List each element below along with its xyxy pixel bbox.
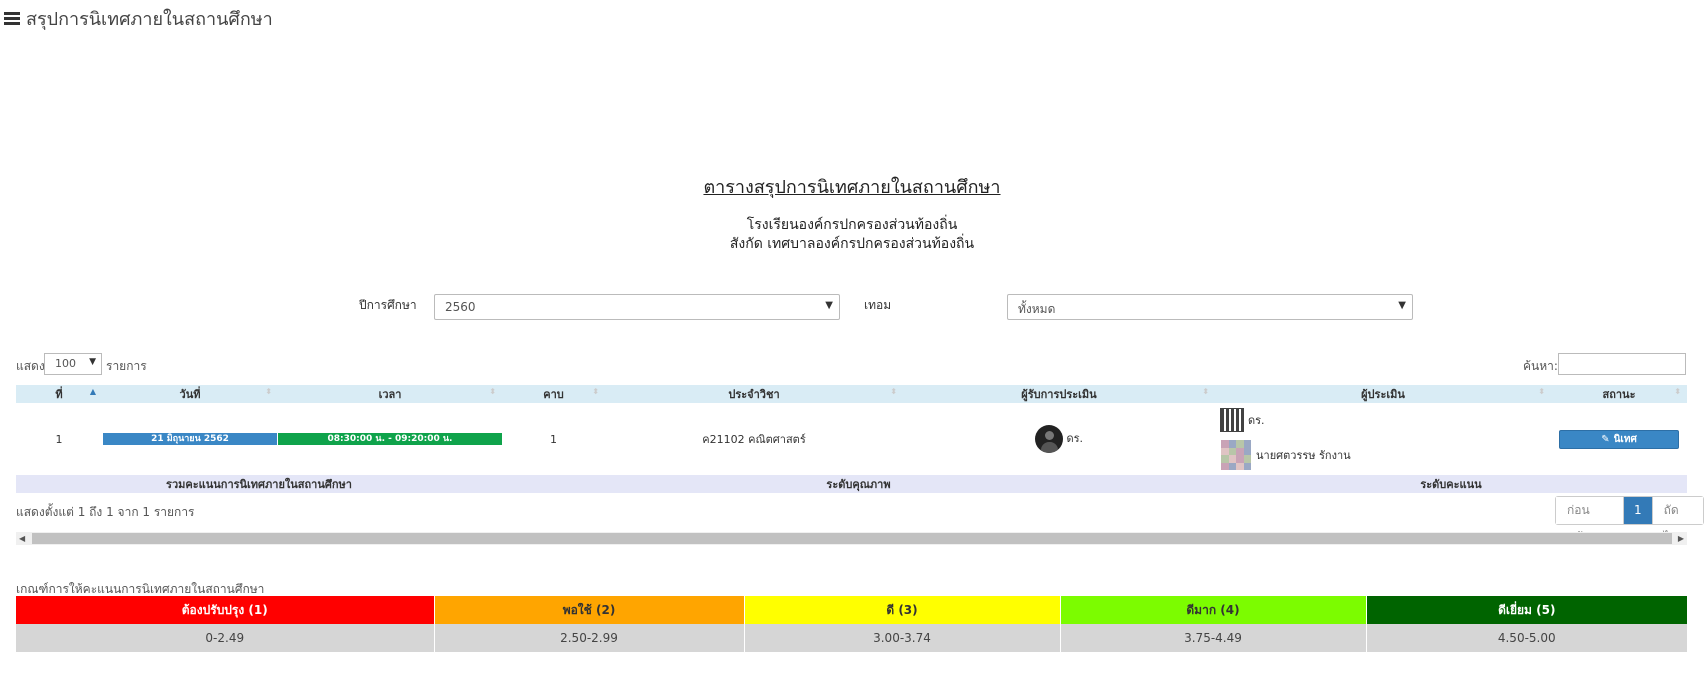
column-header-label: ผู้รับการประเมิน [1021,388,1097,401]
scroll-left-icon[interactable]: ◀ [19,532,25,545]
supervise-button[interactable]: ✎ นิเทศ [1559,429,1679,449]
page-title: สรุปการนิเทศภายในสถานศึกษา [26,9,273,30]
criteria-table: ต้องปรับปรุง (1) พอใช้ (2) ดี (3) ดีมาก … [16,596,1687,652]
page-length-value: 100 [55,357,76,370]
date-cell: 21 มิถุนายน 2562 [102,403,278,475]
column-header-evaluator[interactable]: ผู้ประเมิน ⬍ [1215,385,1551,403]
evaluator-name: นายศตวรรษ รักงาน [1256,449,1351,462]
subject-cell: ค21102 คณิตศาสตร์ [702,433,806,446]
quality-level-label: ระดับคุณภาพ [502,475,1215,493]
evaluator-item: ดร. [1220,408,1265,432]
column-header-label: ที่ [55,388,63,401]
column-header-label: สถานะ [1602,388,1636,401]
page-header: สรุปการนิเทศภายในสถานศึกษา [4,4,273,33]
list-icon [4,11,20,26]
qr-code-icon [1220,408,1244,432]
summary-row: รวมคะแนนการนิเทศภายในสถานศึกษา ระดับคุณภ… [16,475,1687,493]
column-header-no[interactable]: ที่ ▲ [16,385,102,403]
page-1-button[interactable]: 1 [1622,497,1652,524]
page-length-select[interactable]: 100 ▼ [44,353,102,375]
criteria-range: 0-2.49 [16,624,434,652]
evaluator-cell: ดร. นายศตวรรษ รักงาน [1215,403,1551,475]
evaluatee-cell: ดร. [903,403,1215,475]
sort-icon: ⬍ [890,387,897,396]
evaluator-item: นายศตวรรษ รักงาน [1221,440,1351,470]
score-level-label: ระดับคะแนน [1215,475,1687,493]
criteria-level-fair: พอใช้ (2) [433,596,744,624]
supervision-table: ที่ ▲ วันที่ ⬍ เวลา ⬍ คาบ ⬍ ประจำวิชา ⬍ ผู้รั… [16,385,1687,493]
criteria-level-excellent: ดีเยี่ยม (5) [1365,596,1687,624]
status-cell: ✎ นิเทศ [1551,403,1687,475]
column-header-status[interactable]: สถานะ ⬍ [1551,385,1687,403]
academic-year-select[interactable]: 2560 ▼ [434,294,840,320]
time-cell: 08:30:00 น. - 09:20:00 น. [278,403,502,475]
column-header-time[interactable]: เวลา ⬍ [278,385,502,403]
column-header-label: เวลา [378,388,402,401]
evaluatee-name: ดร. [1066,432,1084,445]
horizontal-scrollbar[interactable]: ◀ ▶ [16,532,1687,545]
term-label: เทอม [864,298,892,312]
sort-icon: ⬍ [592,387,599,396]
scroll-right-icon[interactable]: ▶ [1678,532,1684,545]
column-header-label: ผู้ประเมิน [1361,388,1405,401]
row-number: 1 [55,432,63,446]
sort-icon: ⬍ [1202,387,1209,396]
time-badge: 08:30:00 น. - 09:20:00 น. [278,433,502,445]
sort-icon: ⬍ [1674,387,1681,396]
criteria-header-row: ต้องปรับปรุง (1) พอใช้ (2) ดี (3) ดีมาก … [16,596,1687,624]
column-header-label: ประจำวิชา [728,388,780,401]
term-value: ทั้งหมด [1018,302,1056,316]
table-header-row: ที่ ▲ วันที่ ⬍ เวลา ⬍ คาบ ⬍ ประจำวิชา ⬍ ผู้รั… [16,385,1687,403]
chevron-down-icon: ▼ [89,357,96,367]
date-badge: 21 มิถุนายน 2562 [103,433,277,445]
next-page-button[interactable]: ถัดไป [1651,497,1703,544]
evaluator-name: ดร. [1248,414,1265,427]
evaluator-list: ดร. นายศตวรรษ รักงาน [1215,403,1551,475]
criteria-range-row: 0-2.49 2.50-2.99 3.00-3.74 3.75-4.49 4.5… [16,624,1687,652]
period-cell: 1 [550,432,557,446]
criteria-range: 3.75-4.49 [1059,624,1366,652]
criteria-range: 4.50-5.00 [1365,624,1687,652]
column-header-date[interactable]: วันที่ ⬍ [102,385,278,403]
school-affiliation: สังกัด เทศบาลองค์กรปกครองส่วนท้องถิ่น [729,236,975,252]
column-header-period[interactable]: คาบ ⬍ [502,385,605,403]
criteria-range: 3.00-3.74 [743,624,1060,652]
pagination: ก่อนหน้า 1 ถัดไป [1555,496,1704,544]
items-label: รายการ [106,359,147,373]
avatar [1034,425,1063,453]
chevron-down-icon: ▼ [1398,300,1406,311]
prev-page-button[interactable]: ก่อนหน้า [1556,497,1623,544]
criteria-level-very-good: ดีมาก (4) [1059,596,1366,624]
search-label: ค้นหา: [1523,359,1558,373]
scrollbar-thumb[interactable] [32,533,1672,544]
column-header-label: คาบ [543,388,564,401]
academic-year-value: 2560 [445,300,476,314]
show-label: แสดง [16,359,45,373]
report-title: ตารางสรุปการนิเทศภายในสถานศึกษา [703,177,1001,198]
avatar [1221,440,1251,470]
academic-year-label: ปีการศึกษา [359,298,417,312]
supervise-button-label: นิเทศ [1613,433,1637,445]
criteria-level-good: ดี (3) [743,596,1060,624]
column-header-evaluatee[interactable]: ผู้รับการประเมิน ⬍ [903,385,1215,403]
table-row: 1 21 มิถุนายน 2562 08:30:00 น. - 09:20:0… [16,403,1687,475]
criteria-level-needs-improvement: ต้องปรับปรุง (1) [16,596,434,624]
table-info: แสดงตั้งแต่ 1 ถึง 1 จาก 1 รายการ [16,505,195,519]
criteria-range: 2.50-2.99 [433,624,744,652]
column-header-subject[interactable]: ประจำวิชา ⬍ [605,385,903,403]
sort-icon: ⬍ [489,387,496,396]
search-input[interactable] [1558,353,1686,375]
term-select[interactable]: ทั้งหมด ▼ [1007,294,1413,320]
sort-icon: ⬍ [265,387,272,396]
column-header-label: วันที่ [179,388,201,401]
total-score-label: รวมคะแนนการนิเทศภายในสถานศึกษา [16,475,502,493]
sort-asc-icon: ▲ [89,387,96,396]
chevron-down-icon: ▼ [825,300,833,311]
edit-icon: ✎ [1601,433,1610,445]
sort-icon: ⬍ [1538,387,1545,396]
